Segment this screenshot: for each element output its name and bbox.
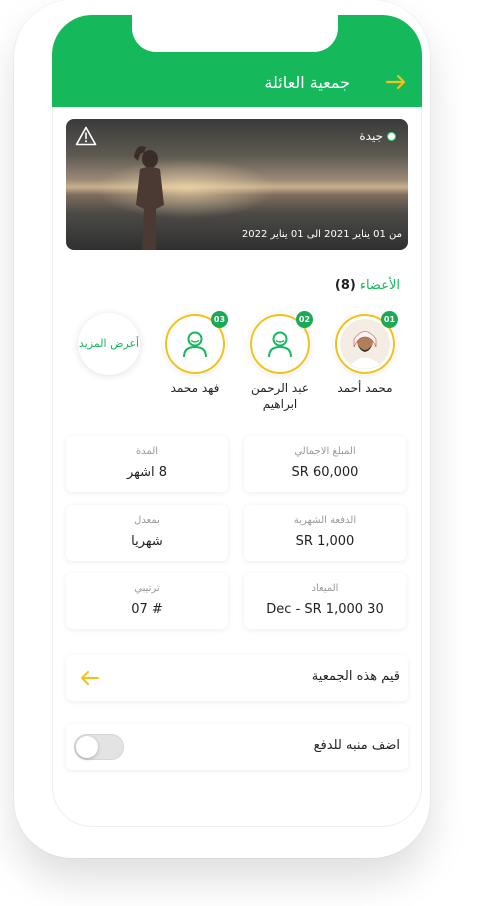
member-avatar-2[interactable]: 02 <box>249 311 313 375</box>
person-icon <box>268 331 292 358</box>
stat-card-monthly-payment: الدفعة الشهرية SR 1,000 <box>244 505 406 561</box>
member-name: فهد محمد <box>170 381 220 395</box>
rate-label: قيم هذه الجمعية <box>311 669 400 684</box>
member-name: محمد أحمد <box>337 381 393 395</box>
date-range: من 01 يناير 2021 الى 01 يناير 2022 <box>241 229 402 240</box>
stat-card-total-amount: المبلغ الاجمالي SR 60,000 <box>244 436 406 492</box>
member-number-badge: 02 <box>296 311 313 328</box>
status-label: جيدة <box>359 129 383 143</box>
stat-card-my-order: ترتيبي # 07 <box>66 573 228 629</box>
status-dot <box>387 131 396 141</box>
member-name: عبد الرحمن ابراهيم <box>251 381 309 411</box>
member-number-badge: 01 <box>381 311 398 328</box>
reminder-label: اضف منبه للدفع <box>313 738 400 753</box>
payment-reminder-row: اضف منبه للدفع <box>66 724 408 770</box>
phone-frame: جمعية العائلة جيدة من 01 يناير 2021 الى <box>14 0 430 858</box>
device-notch <box>132 15 338 52</box>
stat-card-frequency: بمعدل شهريا <box>66 505 228 561</box>
stat-value: شهريا <box>131 534 163 549</box>
stat-label: بمعدل <box>134 515 160 526</box>
stat-value: SR 60,000 <box>291 465 359 480</box>
show-more-button[interactable]: أعرض المزيد <box>78 313 140 375</box>
stat-label: الدفعة الشهرية <box>293 515 357 526</box>
stat-label: الميعاد <box>311 583 339 594</box>
app-screen: جمعية العائلة جيدة من 01 يناير 2021 الى <box>52 15 422 827</box>
member-avatar-1[interactable]: 01 <box>334 311 398 375</box>
stat-label: المبلغ الاجمالي <box>294 446 356 457</box>
arrow-right-icon[interactable] <box>385 71 407 93</box>
reminder-toggle[interactable] <box>74 734 124 760</box>
stat-value: # 07 <box>131 602 163 617</box>
stat-value: 8 اشهر <box>126 465 168 480</box>
association-banner: جيدة من 01 يناير 2021 الى 01 يناير 2022 <box>66 119 408 250</box>
stat-value: SR 1,000 <box>295 534 355 549</box>
member-avatar-3[interactable]: 03 <box>164 311 228 375</box>
app-header: جمعية العائلة <box>52 15 422 107</box>
members-count: (8) <box>334 278 356 293</box>
woman-silhouette <box>134 146 164 250</box>
stat-value: 30 Dec - SR 1,000 <box>266 602 384 617</box>
arrow-left-icon <box>81 671 99 685</box>
members-title: الأعضاء <box>359 278 400 293</box>
rate-association-row[interactable]: قيم هذه الجمعية <box>66 655 408 701</box>
member-number-badge: 03 <box>211 311 228 328</box>
members-heading: الأعضاء (8) <box>335 278 400 293</box>
toggle-knob <box>76 736 98 758</box>
warning-icon[interactable] <box>75 126 97 146</box>
stat-label: المدة <box>135 446 159 457</box>
stat-card-duration: المدة 8 اشهر <box>66 436 228 492</box>
stat-card-due-date: الميعاد 30 Dec - SR 1,000 <box>244 573 406 629</box>
person-icon <box>183 331 207 358</box>
status-indicator: جيدة <box>359 129 396 143</box>
stat-label: ترتيبي <box>134 583 160 594</box>
page-title: جمعية العائلة <box>264 73 350 92</box>
